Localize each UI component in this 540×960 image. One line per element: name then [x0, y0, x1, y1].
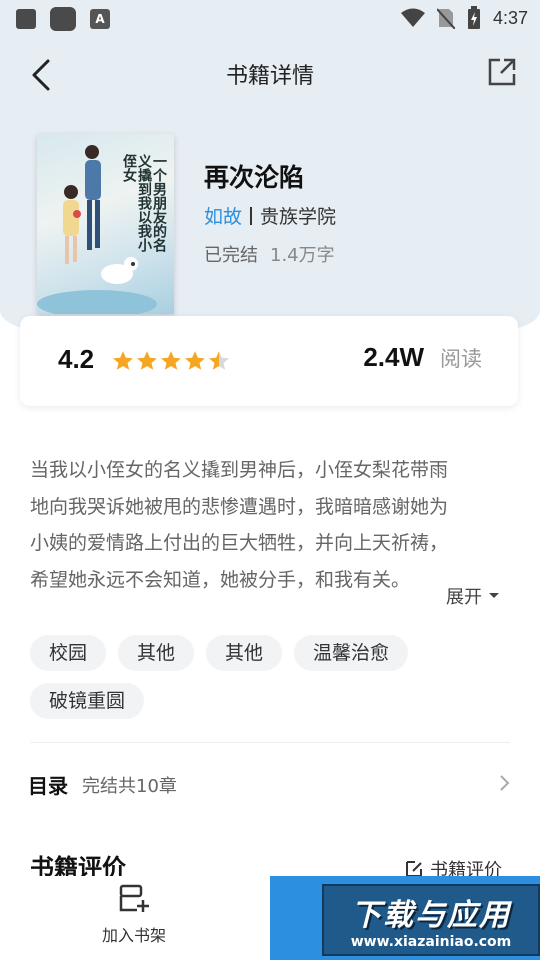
- star-icon: [185, 351, 205, 370]
- wifi-icon: [400, 8, 425, 27]
- tag-item[interactable]: 温馨治愈: [294, 635, 409, 671]
- star-icon: [209, 351, 229, 370]
- expand-label: 展开: [446, 587, 482, 608]
- description-line: 地向我哭诉她被甩的悲惨遭遇时，我暗暗感谢她为: [30, 495, 449, 518]
- star-rating: [112, 350, 230, 372]
- read-count-label: 阅读: [440, 347, 482, 371]
- book-cover[interactable]: 一个男朋友的名义撬到我以我小侄女: [37, 134, 174, 314]
- rating-score: 4.2: [58, 344, 95, 374]
- star-icon: [137, 351, 157, 370]
- read-count: 2.4W 阅读: [363, 342, 482, 373]
- separator: [250, 206, 253, 225]
- book-title: 再次沦陷: [204, 163, 305, 192]
- clock: 4:37: [492, 7, 528, 28]
- category-label: 贵族学院: [260, 206, 337, 228]
- tag-item[interactable]: 其他: [206, 635, 283, 671]
- chevron-right-icon: [500, 775, 510, 791]
- description-line: 当我以小侄女的名义撬到男神后，小侄女梨花带雨: [30, 459, 449, 481]
- cover-title-text: 一个男朋友的名义撬到我以我小侄女: [121, 154, 167, 252]
- star-icon: [161, 351, 181, 370]
- star-icon: [113, 351, 133, 370]
- book-description: 当我以小侄女的名义撬到男神后，小侄女梨花带雨 地向我哭诉她被甩的悲惨遭遇时，我暗…: [30, 452, 510, 598]
- read-count-number: 2.4W: [363, 342, 424, 372]
- tag-item[interactable]: 校园: [30, 635, 107, 671]
- watermark-url: www.xiazainiao.com: [350, 934, 512, 950]
- status-bar: A 4:37: [0, 0, 540, 36]
- author-link[interactable]: 如故: [204, 202, 242, 229]
- watermark-title: 下载与应用: [351, 898, 511, 933]
- toc-info: 完结共10章: [82, 775, 177, 797]
- rating-card: 4.2 2.4W 阅读: [20, 316, 518, 406]
- add-to-shelf-icon: [119, 884, 149, 912]
- add-to-shelf-label: 加入书架: [101, 926, 166, 945]
- app-notification-icon: [50, 7, 76, 31]
- tag-item[interactable]: 其他: [118, 635, 195, 671]
- page-title: 书籍详情: [225, 64, 314, 89]
- no-sim-icon: [436, 8, 455, 29]
- tag-list: 校园 其他 其他 温馨治愈 破镜重圆: [30, 635, 520, 719]
- toc-row[interactable]: 目录 完结共10章: [28, 770, 512, 799]
- completion-status: 已完结: [204, 245, 258, 266]
- caret-down-icon: [489, 593, 499, 598]
- description-line: 小姨的爱情路上付出的巨大牺牲，并向上天祈祷，: [30, 532, 449, 554]
- expand-button[interactable]: 展开: [446, 583, 500, 609]
- add-to-shelf-button[interactable]: 加入书架: [94, 882, 174, 946]
- divider: [30, 742, 510, 743]
- word-count: 1.4万字: [270, 245, 335, 266]
- author-row: 如故 贵族学院: [204, 202, 336, 229]
- book-status-row: 已完结 1.4万字: [204, 241, 335, 267]
- app-a-notification-icon: A: [90, 9, 110, 29]
- battery-charging-icon: [467, 6, 480, 29]
- gallery-notification-icon: [16, 9, 36, 29]
- share-icon[interactable]: [486, 56, 518, 88]
- toc-label: 目录: [28, 774, 68, 798]
- description-line: 希望她永远不会知道，她被分手，和我有关。: [30, 568, 411, 591]
- site-watermark-logo: 下载与应用 www.xiazainiao.com: [322, 884, 540, 956]
- tag-item[interactable]: 破镜重圆: [30, 683, 145, 719]
